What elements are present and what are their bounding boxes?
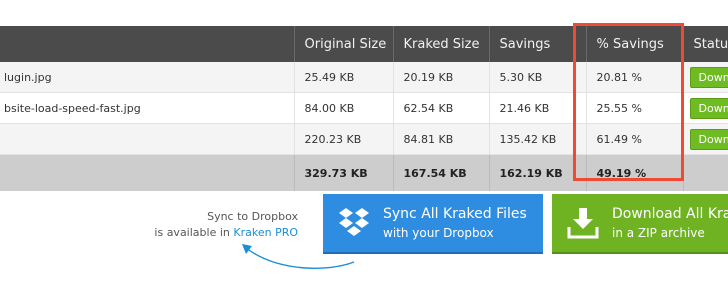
- header-filename: [0, 26, 295, 62]
- row-savings: 135.42 KB: [489, 123, 587, 155]
- results-table: Original Size Kraked Size Savings % Savi…: [0, 26, 728, 191]
- row-percent-savings: 25.55 %: [586, 92, 684, 124]
- table-row: bsite-load-speed-fast.jpg 84.00 KB 62.54…: [0, 92, 728, 124]
- row-filename: [0, 123, 295, 155]
- header-savings: Savings: [489, 26, 587, 62]
- row-percent-savings: 20.81 %: [586, 62, 684, 93]
- row-status-cell: Down: [683, 92, 728, 124]
- sync-dropbox-title: Sync All Kraked Files: [383, 206, 527, 222]
- download-button[interactable]: Down: [689, 66, 727, 88]
- row-percent-savings: 61.49 %: [586, 123, 684, 155]
- totals-label-cell: [0, 154, 295, 191]
- total-original-size: 329.73 KB: [294, 154, 394, 191]
- sync-dropbox-subtitle: with your Dropbox: [383, 226, 494, 240]
- table-row: lugin.jpg 25.49 KB 20.19 KB 5.30 KB 20.8…: [0, 62, 728, 93]
- row-savings: 5.30 KB: [489, 62, 587, 93]
- row-original-size: 84.00 KB: [294, 92, 394, 124]
- total-kraked-size: 167.54 KB: [393, 154, 490, 191]
- dropbox-icon: [339, 208, 369, 236]
- promo-title: Sync to Dropbox: [207, 210, 298, 223]
- row-kraked-size: 84.81 KB: [393, 123, 490, 155]
- header-percent-savings: % Savings: [586, 26, 684, 62]
- row-kraked-size: 20.19 KB: [393, 62, 490, 93]
- results-table-container: Original Size Kraked Size Savings % Savi…: [0, 26, 728, 191]
- row-original-size: 220.23 KB: [294, 123, 394, 155]
- header-original-size: Original Size: [294, 26, 394, 62]
- header-status: Status: [683, 26, 728, 62]
- download-icon: [567, 208, 599, 239]
- totals-status-cell: [683, 154, 728, 191]
- download-button[interactable]: Down: [689, 97, 727, 119]
- table-totals-row: 329.73 KB 167.54 KB 162.19 KB 49.19 %: [0, 154, 728, 191]
- download-zip-button[interactable]: Download All Kra in a ZIP archive: [552, 194, 728, 254]
- download-zip-title: Download All Kra: [612, 206, 728, 222]
- promo-prefix: is available in: [154, 226, 230, 239]
- row-status-cell: Down: [683, 123, 728, 155]
- download-zip-subtitle: in a ZIP archive: [612, 226, 705, 240]
- total-savings: 162.19 KB: [489, 154, 587, 191]
- table-row: 220.23 KB 84.81 KB 135.42 KB 61.49 % Dow…: [0, 123, 728, 155]
- row-kraked-size: 62.54 KB: [393, 92, 490, 124]
- download-button[interactable]: Down: [689, 128, 727, 150]
- row-original-size: 25.49 KB: [294, 62, 394, 93]
- row-filename: lugin.jpg: [0, 62, 295, 93]
- sync-dropbox-button[interactable]: Sync All Kraked Files with your Dropbox: [323, 194, 543, 254]
- row-savings: 21.46 KB: [489, 92, 587, 124]
- header-kraked-size: Kraked Size: [393, 26, 490, 62]
- row-status-cell: Down: [683, 62, 728, 93]
- total-percent-savings: 49.19 %: [586, 154, 684, 191]
- row-filename: bsite-load-speed-fast.jpg: [0, 92, 295, 124]
- table-header-row: Original Size Kraked Size Savings % Savi…: [0, 26, 728, 62]
